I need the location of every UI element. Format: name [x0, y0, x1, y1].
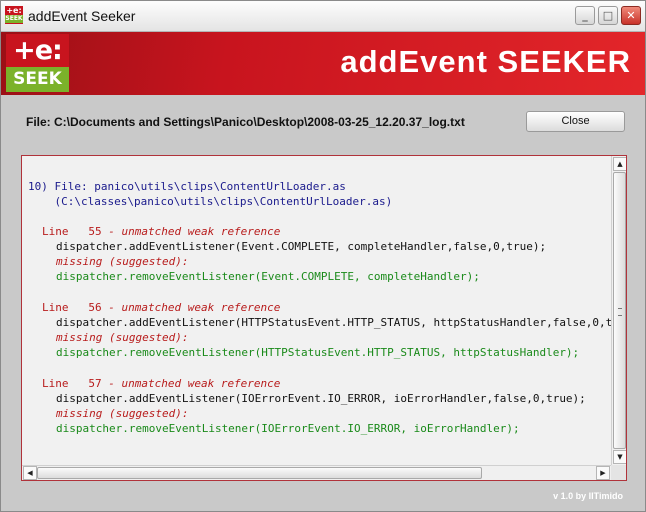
minimize-button[interactable]: _ [575, 6, 595, 25]
scroll-down-icon[interactable]: ▼ [613, 450, 626, 464]
close-button[interactable]: Close [526, 111, 625, 132]
title-bar[interactable]: +e: SEEK addEvent Seeker _ □ ✕ [1, 1, 645, 32]
log-line-label: Line 57 - unmatched weak reference [42, 377, 280, 390]
app-logo: +e: SEEK [6, 34, 69, 92]
missing-label: missing (suggested): [56, 331, 189, 344]
code-line: dispatcher.addEventListener(HTTPStatusEv… [56, 316, 612, 329]
suggestion-line: dispatcher.removeEventListener(Event.COM… [56, 270, 480, 283]
horizontal-scrollbar[interactable]: ◀ ▶ [22, 465, 611, 480]
version-footer: v 1.0 by IITimido [553, 491, 623, 501]
scroll-right-icon[interactable]: ▶ [596, 466, 610, 480]
header-banner: +e: SEEK addEvent SEEKER [1, 32, 645, 95]
log-output[interactable]: 10) File: panico\utils\clips\ContentUrlL… [22, 156, 612, 465]
scrollbar-corner [611, 465, 626, 480]
log-line-label: Line 56 - unmatched weak reference [42, 301, 280, 314]
log-entry-path: (C:\classes\panico\utils\clips\ContentUr… [28, 195, 393, 208]
scroll-up-icon[interactable]: ▲ [613, 157, 626, 171]
vertical-scrollbar[interactable]: ▲ ▼ [611, 156, 626, 465]
issue-message: - unmatched weak reference [101, 225, 281, 238]
code-line: dispatcher.addEventListener(IOErrorEvent… [56, 392, 586, 405]
vertical-scroll-thumb[interactable] [613, 172, 626, 449]
log-line-label: Line 55 - unmatched weak reference [42, 225, 280, 238]
app-window: +e: SEEK addEvent Seeker _ □ ✕ +e: SEEK a… [0, 0, 646, 512]
line-number: Line 56 [42, 301, 102, 314]
close-window-button[interactable]: ✕ [621, 6, 641, 25]
file-path-label: File: C:\Documents and Settings\Panico\D… [26, 115, 465, 129]
missing-label: missing (suggested): [56, 407, 189, 420]
maximize-button[interactable]: □ [598, 6, 618, 25]
addevent-seek-icon[interactable]: +e: SEEK [5, 6, 23, 24]
issue-message: - unmatched weak reference [101, 377, 281, 390]
issue-message: - unmatched weak reference [101, 301, 281, 314]
line-number: Line 55 [42, 225, 102, 238]
horizontal-scroll-thumb[interactable] [37, 467, 482, 479]
banner-title: addEvent SEEKER [340, 44, 631, 79]
grip-icon [618, 308, 622, 316]
log-entry-file: 10) File: panico\utils\clips\ContentUrlL… [28, 180, 346, 193]
suggestion-line: dispatcher.removeEventListener(IOErrorEv… [56, 422, 520, 435]
logo-bottom-text: SEEK [6, 67, 69, 92]
log-panel: 10) File: panico\utils\clips\ContentUrlL… [21, 155, 627, 481]
logo-top-text: +e: [13, 35, 63, 66]
line-number: Line 57 [42, 377, 102, 390]
scroll-left-icon[interactable]: ◀ [23, 466, 37, 480]
window-title: addEvent Seeker [28, 8, 136, 24]
suggestion-line: dispatcher.removeEventListener(HTTPStatu… [56, 346, 580, 359]
missing-label: missing (suggested): [56, 255, 189, 268]
code-line: dispatcher.addEventListener(Event.COMPLE… [56, 240, 547, 253]
